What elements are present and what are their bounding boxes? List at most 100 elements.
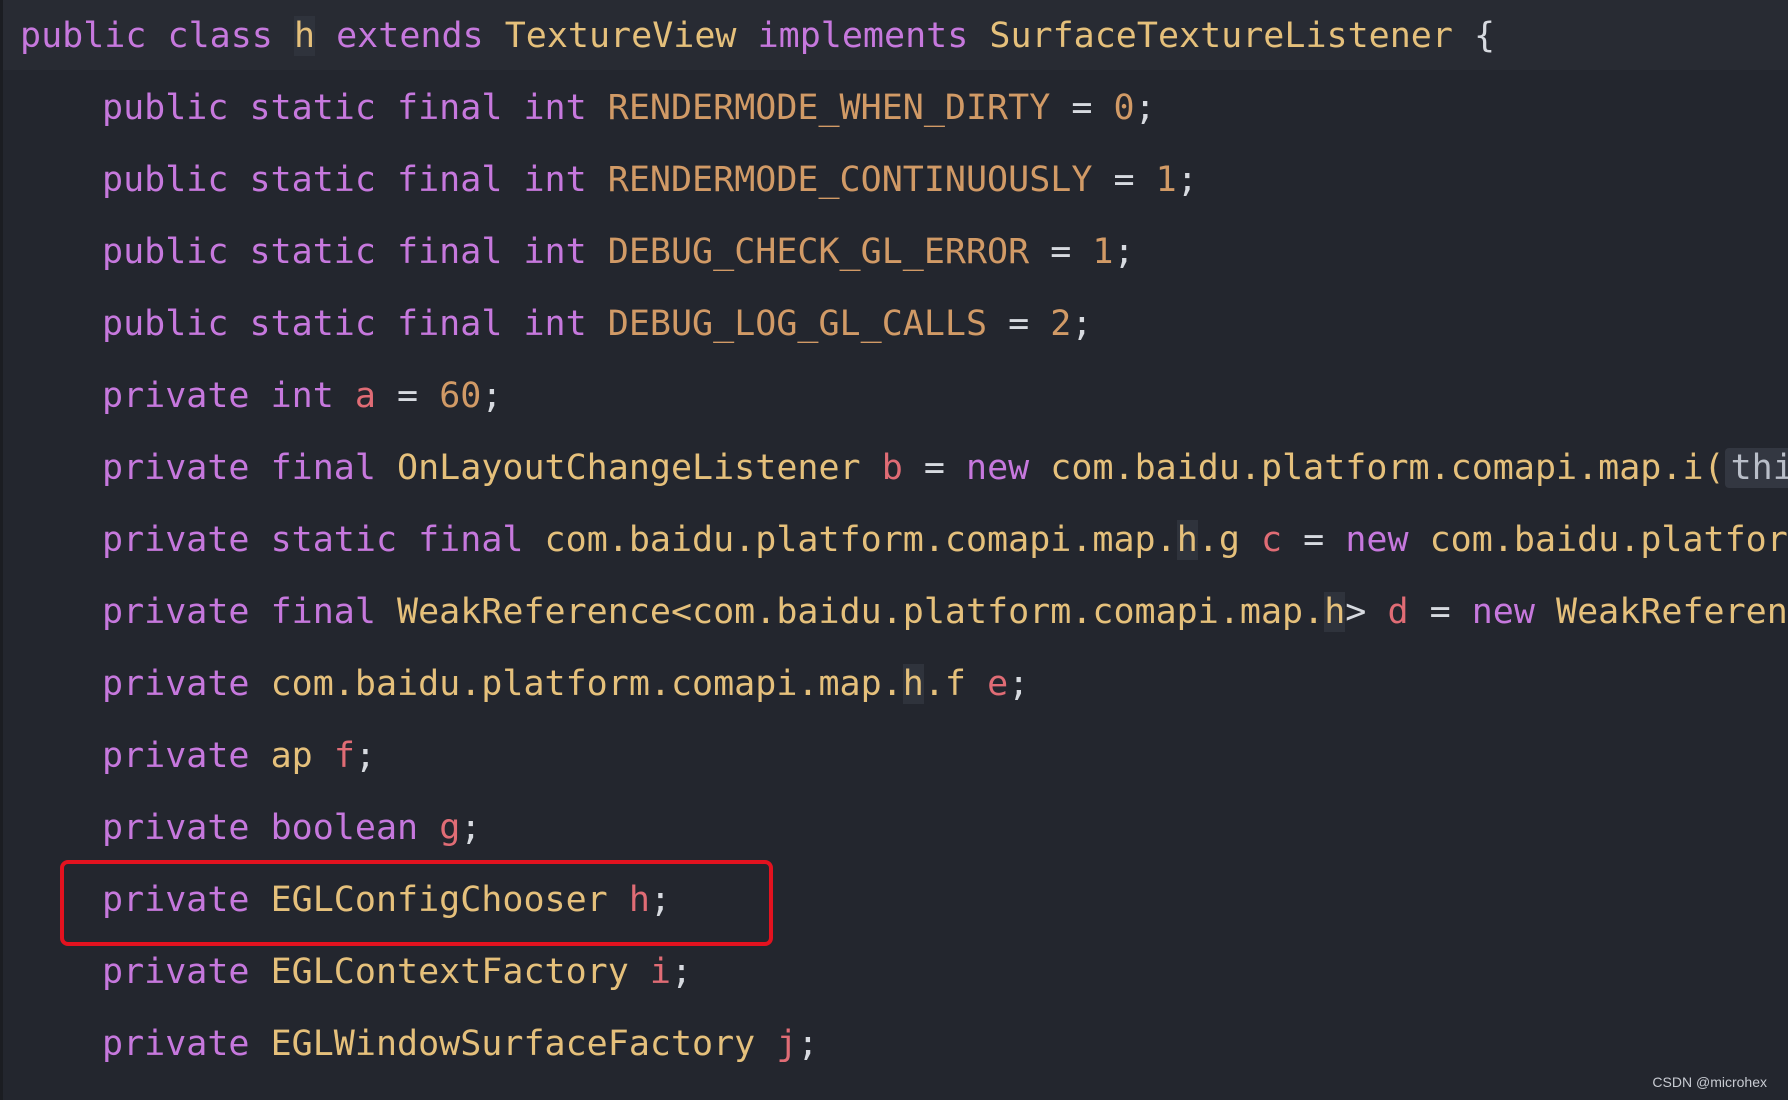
code-token: new [1471, 592, 1535, 632]
code-token: private [102, 664, 250, 704]
code-token: new [1345, 520, 1409, 560]
code-token: ; [670, 952, 693, 992]
code-token: private [102, 736, 250, 776]
code-token: SurfaceTextureListener [989, 16, 1453, 56]
code-token: public [102, 232, 229, 272]
code-line[interactable]: private EGLWindowSurfaceFactory j; [3, 1008, 1788, 1080]
code-token: DEBUG_LOG_GL_CALLS [607, 304, 988, 344]
code-text: private ap f; [102, 720, 376, 792]
code-token: h [902, 664, 924, 704]
code-token: com.baidu.platform.comapi.map.h.g() [1429, 520, 1788, 560]
code-line[interactable]: private com.baidu.platform.comapi.map.h.… [3, 648, 1788, 720]
code-text: private EGLContextFactory i; [102, 936, 692, 1008]
code-text: public static final int RENDERMODE_CONTI… [102, 144, 1198, 216]
code-token: h [293, 16, 316, 56]
code-token: private [102, 520, 250, 560]
code-token: RENDERMODE_WHEN_DIRTY [607, 88, 1051, 128]
code-token: private [102, 952, 250, 992]
code-token: final [418, 520, 524, 560]
code-token: static [249, 232, 376, 272]
code-token: = [1408, 592, 1472, 632]
code-token: OnLayoutChangeListener [397, 448, 861, 488]
code-token: ap [270, 736, 313, 776]
code-text: private final OnLayoutChangeListener b =… [102, 432, 1788, 504]
code-token: static [270, 520, 398, 560]
code-token: = [1029, 232, 1093, 272]
code-token: 60 [439, 376, 482, 416]
code-line[interactable]: public static final int RENDERMODE_WHEN_… [3, 72, 1788, 144]
code-token: int [523, 88, 587, 128]
code-line[interactable]: private final OnLayoutChangeListener b =… [3, 432, 1788, 504]
code-line[interactable]: public static final int RENDERMODE_CONTI… [3, 144, 1788, 216]
code-token: ; [1071, 304, 1093, 344]
code-token: int [523, 232, 587, 272]
code-token: 0 [1113, 88, 1135, 128]
code-text: private EGLWindowSurfaceFactory j; [102, 1008, 818, 1080]
code-token: ; [797, 1024, 819, 1064]
code-token: = [902, 448, 966, 488]
code-token: a [354, 376, 376, 416]
code-text: public static final int RENDERMODE_WHEN_… [102, 72, 1156, 144]
code-text: private int a = 60; [102, 360, 502, 432]
code-token: TextureView [504, 16, 737, 56]
code-token: 1 [1155, 160, 1177, 200]
code-token: e [987, 664, 1009, 704]
code-token: private [102, 1024, 250, 1064]
code-token: EGLWindowSurfaceFactory [270, 1024, 756, 1064]
code-token: boolean [270, 808, 419, 848]
code-token: WeakReference( [1556, 592, 1788, 632]
code-token: = [1282, 520, 1346, 560]
code-token: h [1324, 592, 1346, 632]
code-token: static [249, 160, 376, 200]
code-line[interactable]: private EGLContextFactory i; [3, 936, 1788, 1008]
code-editor[interactable]: private EGLWindowSurfaceFactory j; privat… [0, 0, 1788, 1100]
code-token: c [1261, 520, 1283, 560]
highlight-box [60, 860, 773, 946]
code-line[interactable]: private int a = 60; [3, 360, 1788, 432]
code-line[interactable]: public static final int DEBUG_CHECK_GL_E… [3, 216, 1788, 288]
code-line[interactable]: private boolean g; [3, 792, 1788, 864]
code-line[interactable]: private static final com.baidu.platform.… [3, 504, 1788, 576]
code-token: EGLContextFactory [270, 952, 629, 992]
code-token: com.baidu.platform.comapi.map.i( [1050, 448, 1725, 488]
code-token: public [102, 88, 229, 128]
code-token: = [1050, 88, 1114, 128]
code-token: private [102, 808, 250, 848]
code-token: int [270, 376, 334, 416]
code-token: int [523, 160, 587, 200]
code-token: public [102, 304, 229, 344]
code-line[interactable]: private ap f; [3, 720, 1788, 792]
code-token: final [270, 592, 376, 632]
code-token: ; [460, 808, 482, 848]
code-token: com.baidu.platform.comapi.map. [270, 664, 903, 704]
code-line[interactable]: private final WeakReference<com.baidu.pl… [3, 576, 1788, 648]
code-token: .g [1197, 520, 1240, 560]
code-line[interactable]: public class h extends TextureView imple… [3, 0, 1788, 70]
code-line[interactable]: public static final int DEBUG_LOG_GL_CAL… [3, 288, 1788, 360]
code-token: j [776, 1024, 798, 1064]
watermark: CSDN @microhex [1652, 1074, 1767, 1090]
code-token: private [102, 448, 250, 488]
